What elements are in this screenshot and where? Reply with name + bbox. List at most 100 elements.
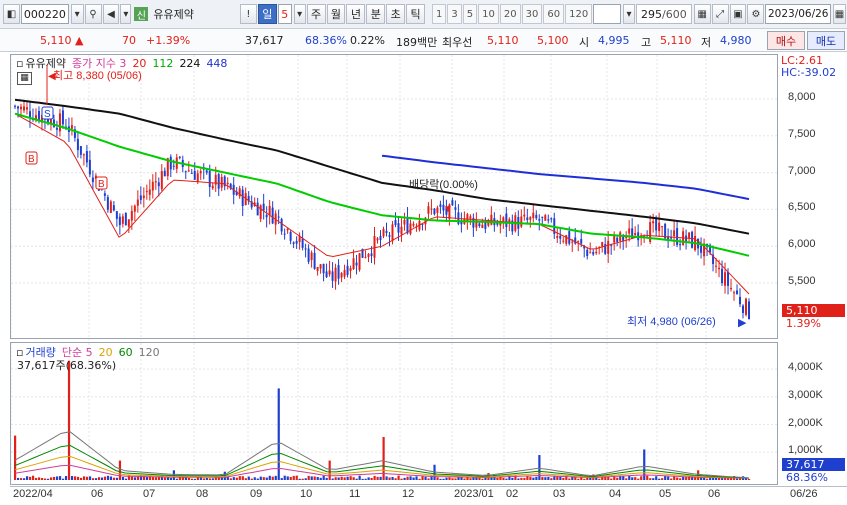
minute-120-button[interactable]: 120 (565, 4, 593, 24)
candle-up (145, 191, 148, 193)
date-input[interactable]: 2023/06/26 (765, 4, 832, 24)
custom-period-dropdown-icon[interactable]: ▾ (623, 4, 635, 24)
volume-bar (40, 478, 44, 480)
sell-button[interactable]: 매도 (807, 31, 845, 50)
price-legend-ma20: 20 (132, 57, 147, 70)
volume-bar (448, 477, 451, 480)
price-chart: 최고 8,380 (05/06) ◀ S B B 배당락(0.00%) ▼ 최저… (11, 55, 779, 340)
volume-bar (661, 478, 664, 480)
alert-icon[interactable]: ! (239, 4, 257, 24)
volume-bar (85, 476, 89, 480)
period-minute-button[interactable]: 분 (366, 4, 386, 24)
candle-up (226, 182, 229, 185)
candle-down (727, 271, 730, 286)
candle-up (70, 125, 73, 129)
volume-bar (55, 476, 59, 480)
period-tick-button[interactable]: 틱 (406, 4, 426, 24)
candle-down (331, 271, 334, 281)
search-icon[interactable]: ⚲ (84, 4, 102, 24)
last-volume-tag: 37,617 (782, 458, 845, 471)
candle-down (85, 151, 88, 163)
volume-bar (436, 477, 439, 480)
speaker-dropdown-icon[interactable]: ▾ (120, 4, 132, 24)
custom-period-input[interactable] (593, 4, 622, 24)
volume-bar (616, 477, 619, 480)
candle-down (346, 265, 349, 275)
candle-up (718, 267, 721, 270)
minute-10-button[interactable]: 10 (478, 4, 499, 24)
volume-bar (391, 477, 394, 480)
price-legend-ma112: 112 (152, 57, 174, 70)
minute-60-button[interactable]: 60 (543, 4, 565, 24)
settings-icon[interactable]: ⚙ (747, 4, 765, 24)
candle-down (538, 219, 541, 221)
period-count-input[interactable]: 5 (277, 4, 292, 24)
bar-count-field[interactable]: 295/600 (636, 4, 692, 24)
period-dropdown-icon[interactable]: ▾ (293, 4, 306, 24)
volume-bar (334, 477, 337, 480)
buy-button[interactable]: 매수 (767, 31, 805, 50)
volume-bar (451, 478, 454, 480)
stock-name-field[interactable]: 유유제약 (150, 4, 234, 24)
volume-bar (301, 478, 304, 480)
max-arrow-icon: ◀ (48, 71, 56, 82)
candle-up (109, 201, 112, 213)
minute-3-button[interactable]: 3 (447, 4, 462, 24)
code-dropdown-icon[interactable]: ▾ (70, 4, 84, 24)
candle-down (721, 268, 724, 284)
stock-code-input[interactable]: 000220 (20, 4, 69, 24)
candle-down (76, 138, 79, 151)
price-legend-toggle-icon[interactable]: ▫ (16, 57, 23, 70)
volume-bar (442, 478, 445, 480)
volume-legend-ma60: 60 (118, 346, 133, 359)
candle-down (676, 228, 679, 245)
speaker-icon[interactable]: ◀ (102, 4, 120, 24)
volume-bar (211, 478, 214, 480)
period-day-button[interactable]: 일 (257, 4, 277, 24)
volume-bar (25, 476, 29, 480)
candle-up (436, 207, 439, 213)
minute-20-button[interactable]: 20 (499, 4, 521, 24)
volume-bar (22, 478, 26, 480)
save-icon[interactable]: ▣ (729, 4, 747, 24)
volume-bar (397, 475, 400, 480)
volume-bar (133, 477, 137, 480)
period-second-button[interactable]: 초 (386, 4, 406, 24)
volume-bar (256, 478, 259, 480)
volume-bar (649, 478, 652, 480)
price-chart-panel[interactable]: 최고 8,380 (05/06) ◀ S B B 배당락(0.00%) ▼ 최저… (10, 54, 779, 340)
candle-down (190, 172, 193, 174)
volume-bar (64, 476, 68, 480)
date-tick-label: 12 (402, 488, 415, 500)
volume-bar (124, 478, 128, 480)
candle-down (205, 170, 208, 173)
layout-icon[interactable]: ◧ (3, 4, 20, 24)
volume-bar (439, 478, 442, 480)
volume-bar (634, 477, 637, 480)
volume-bar (388, 477, 391, 480)
volume-bar (646, 475, 649, 480)
minute-30-button[interactable]: 30 (521, 4, 543, 24)
period-week-button[interactable]: 주 (306, 4, 326, 24)
grid-icon[interactable]: ▦ (693, 4, 711, 24)
volume-chart-panel[interactable]: ▫ 거래량 단순 5 20 60 120 37,617주(68.36%) (10, 342, 779, 486)
candle-down (163, 170, 166, 177)
zoom-icon[interactable]: ⤢ (711, 4, 729, 24)
volume-bar (535, 476, 538, 480)
period-year-button[interactable]: 년 (346, 4, 366, 24)
table-view-icon[interactable]: ▦ (17, 72, 32, 85)
candle-down (307, 248, 310, 262)
candle-up (733, 292, 736, 294)
volume-bar (520, 477, 523, 480)
volume-bar (679, 478, 682, 480)
minute-1-button[interactable]: 1 (432, 4, 447, 24)
candle-down (406, 217, 409, 234)
volume-bar (352, 477, 355, 480)
calendar-icon[interactable]: ▦ (833, 4, 846, 24)
volume-bar (541, 476, 544, 480)
candle-down (304, 248, 307, 250)
period-month-button[interactable]: 월 (326, 4, 346, 24)
candle-down (283, 233, 286, 235)
minute-5-button[interactable]: 5 (462, 4, 478, 24)
candle-up (187, 170, 190, 172)
